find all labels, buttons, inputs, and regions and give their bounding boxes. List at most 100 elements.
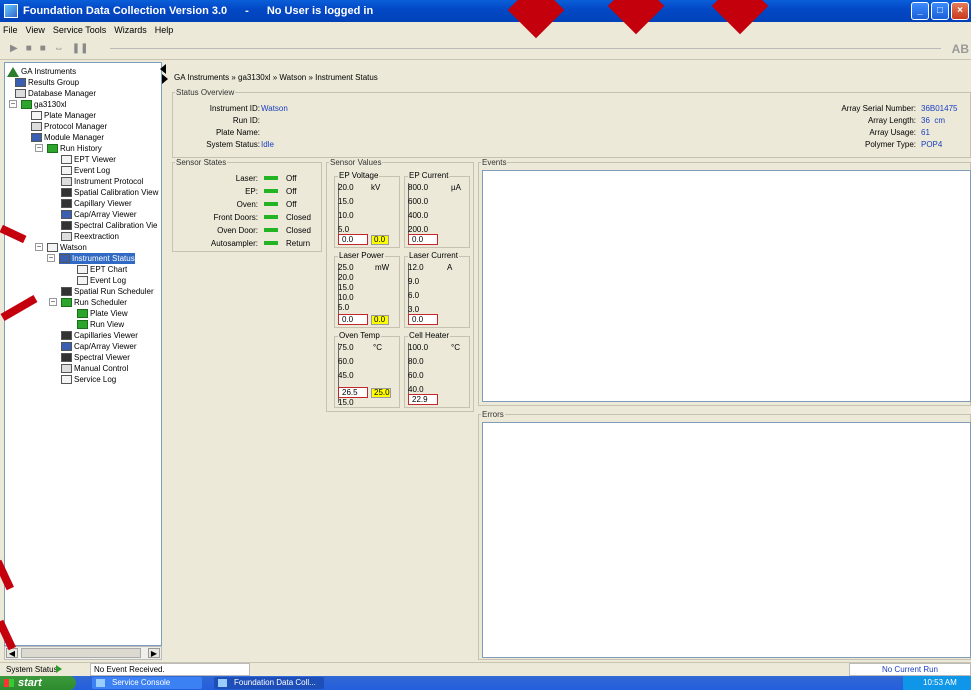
tree-item-spatial-run-scheduler[interactable]: Spatial Run Scheduler [61, 286, 154, 297]
tree-item-instrument-status[interactable]: Instrument Status [59, 253, 135, 264]
tree-item-event-log[interactable]: Event Log [61, 165, 110, 176]
tree-item-run-scheduler[interactable]: Run Scheduler [61, 297, 127, 308]
tree-item-service-log[interactable]: Service Log [61, 374, 116, 385]
instrument-id-value: Watson [261, 104, 288, 113]
ep-current-gauge: EP Current µA 800.0 600.0 400.0 200.0 0.… [404, 171, 470, 248]
array-length-value: 36 cm [921, 116, 946, 125]
app-icon [4, 4, 18, 18]
tree-item-run-view[interactable]: Run View [77, 319, 124, 330]
tree-item-module-manager[interactable]: Module Manager [31, 132, 104, 143]
tree-item-run-history[interactable]: Run History [47, 143, 102, 154]
taskbar: start Service Console Foundation Data Co… [0, 676, 971, 690]
oven-door-led-icon [264, 228, 278, 232]
menu-wizards[interactable]: Wizards [114, 25, 147, 35]
front-doors-led-icon [264, 215, 278, 219]
tree-item-reextraction[interactable]: Reextraction [61, 231, 119, 242]
autosampler-label: Autosampler: [210, 239, 258, 248]
oven-door-state: Closed [286, 226, 311, 235]
plate-name-label: Plate Name: [215, 128, 260, 137]
log-icon [77, 276, 88, 285]
tree-horizontal-scrollbar[interactable]: ◀ ▶ [4, 646, 162, 660]
menu-view[interactable]: View [26, 25, 45, 35]
minimize-button[interactable]: _ [911, 2, 929, 20]
window-title: Foundation Data Collection Version 3.0 [23, 5, 228, 17]
tree-item-protocol-manager[interactable]: Protocol Manager [31, 121, 107, 132]
tree-item-spectral-viewer[interactable]: Spectral Viewer [61, 352, 130, 363]
close-button[interactable]: × [951, 2, 969, 20]
oven-temp-setpoint: 25.0 [371, 388, 391, 398]
play-status-icon[interactable] [56, 665, 62, 673]
tree-item-event-log-2[interactable]: Event Log [77, 275, 126, 286]
tree-item-manual-control[interactable]: Manual Control [61, 363, 128, 374]
tree-item-plate-manager[interactable]: Plate Manager [31, 110, 96, 121]
errors-list[interactable] [482, 422, 971, 658]
maximize-button[interactable]: □ [931, 2, 949, 20]
ep-label: EP: [245, 187, 258, 196]
task-service-console[interactable]: Service Console [92, 677, 202, 689]
tree-item-capillary-viewer[interactable]: Capillary Viewer [61, 198, 132, 209]
expander-icon[interactable]: − [35, 144, 43, 152]
breadcrumb: GA Instruments » ga3130xl » Watson » Ins… [174, 73, 378, 82]
spectral-icon [61, 221, 72, 230]
skip-icon[interactable]: ⇔ [54, 43, 64, 54]
tree-item-cap-array-viewer[interactable]: Cap/Array Viewer [61, 209, 137, 220]
sensor-values-legend: Sensor Values [330, 158, 382, 167]
hold-icon[interactable]: ❚❚ [72, 43, 89, 54]
ep-led-icon [264, 189, 278, 193]
scroll-right-icon[interactable]: ▶ [148, 648, 160, 658]
ep-current-value: 0.0 [408, 234, 438, 245]
play-icon[interactable]: ▶ [10, 43, 18, 54]
front-doors-state: Closed [286, 213, 311, 222]
menu-service-tools[interactable]: Service Tools [53, 25, 106, 35]
tree-item-cap-array-viewer-2[interactable]: Cap/Array Viewer [61, 341, 137, 352]
navigation-tree[interactable]: GA Instruments Results Group Database Ma… [4, 62, 162, 646]
brand-logo: AB [951, 42, 969, 56]
polymer-type-label: Polymer Type: [865, 140, 916, 149]
stop-icon[interactable]: ■ [26, 43, 32, 54]
ep-voltage-value: 0.0 [338, 234, 368, 245]
tree-item-plate-view[interactable]: Plate View [77, 308, 128, 319]
instrument-icon [47, 243, 58, 252]
tree-item-spectral-calibration[interactable]: Spectral Calibration Vie [61, 220, 157, 231]
array-usage-label: Array Usage: [869, 128, 916, 137]
events-legend: Events [482, 158, 507, 167]
spatial-icon [61, 188, 72, 197]
collapse-left-icon[interactable] [160, 64, 166, 74]
instrument-icon [21, 100, 32, 109]
laser-power-value: 0.0 [338, 314, 368, 325]
sensor-states-legend: Sensor States [176, 158, 227, 167]
tree-item-instrument-protocol[interactable]: Instrument Protocol [61, 176, 143, 187]
hand-icon [61, 364, 72, 373]
start-button[interactable]: start [0, 676, 76, 690]
capillary-icon [61, 199, 72, 208]
expander-icon[interactable]: − [35, 243, 43, 251]
laser-power-gauge: Laser Power mW 25.0 20.0 15.0 10.0 5.0 0… [334, 251, 400, 328]
system-status-text: System Status [6, 665, 58, 674]
menu-file[interactable]: File [3, 25, 18, 35]
laser-current-gauge: Laser Current A 12.0 9.0 6.0 3.0 0.0 [404, 251, 470, 328]
scroll-thumb[interactable] [21, 648, 141, 658]
tree-item-watson[interactable]: Watson [47, 242, 87, 253]
clock: 10:53 AM [923, 678, 957, 687]
array-serial-value: 36B01475 [921, 104, 958, 113]
tree-item-database-manager[interactable]: Database Manager [15, 88, 96, 99]
tree-item-results-group[interactable]: Results Group [15, 77, 79, 88]
pause-icon[interactable]: ■ [40, 43, 46, 54]
events-list[interactable] [482, 170, 971, 402]
instrument-id-label: Instrument ID: [209, 104, 260, 113]
tree-item-ga-instruments[interactable]: GA Instruments [7, 66, 76, 77]
laser-state: Off [286, 174, 297, 183]
expander-icon[interactable]: − [47, 254, 55, 262]
tree-item-capillaries-viewer[interactable]: Capillaries Viewer [61, 330, 138, 341]
plate-icon [77, 309, 88, 318]
expander-icon[interactable]: − [49, 298, 57, 306]
menu-bar: File View Service Tools Wizards Help [0, 22, 971, 38]
expander-icon[interactable]: − [9, 100, 17, 108]
task-foundation-data-collection[interactable]: Foundation Data Coll... [214, 677, 324, 689]
event-message: No Event Received. [90, 663, 250, 676]
tree-item-ept-viewer[interactable]: EPT Viewer [61, 154, 116, 165]
tree-item-spatial-calibration[interactable]: Spatial Calibration View [61, 187, 158, 198]
menu-help[interactable]: Help [155, 25, 174, 35]
tree-item-ga3130xl[interactable]: ga3130xl [21, 99, 66, 110]
tree-item-ept-chart[interactable]: EPT Chart [77, 264, 127, 275]
